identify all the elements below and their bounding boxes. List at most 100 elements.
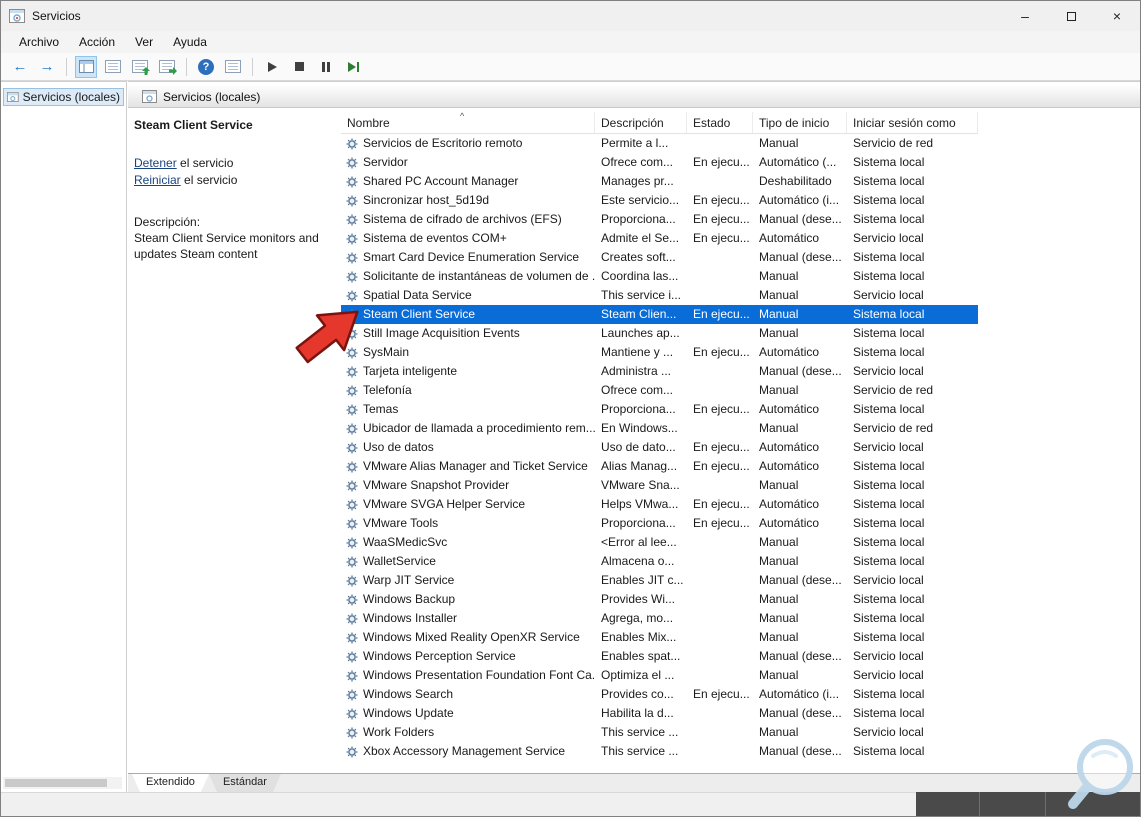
service-description-cell: Creates soft... [601,250,676,264]
export-list-button[interactable] [102,56,124,78]
table-row[interactable]: Ubicador de llamada a procedimiento rem.… [341,419,978,438]
service-status-cell [687,419,753,438]
selected-service-title: Steam Client Service [134,118,253,132]
table-row[interactable]: VMware SVGA Helper Service Helps VMwa...… [341,495,978,514]
table-row[interactable]: Servicios de Escritorio remoto Permite a… [341,134,978,153]
table-row[interactable]: Tarjeta inteligente Administra ... Manua… [341,362,978,381]
column-header-descripcion[interactable]: Descripción [595,112,687,133]
table-row[interactable]: VMware Tools Proporciona... En ejecu... … [341,514,978,533]
maximize-button[interactable] [1048,1,1094,31]
service-description-cell: Enables spat... [601,649,681,663]
help-button[interactable]: ? [195,56,217,78]
pause-service-button[interactable] [315,56,337,78]
service-name: Uso de datos [363,440,434,454]
service-startup-type-cell: Automático (i... [759,193,840,207]
column-header-tipo-de-inicio[interactable]: Tipo de inicio [753,112,847,133]
stop-service-link[interactable]: Detener [134,156,177,170]
properties-button[interactable] [222,56,244,78]
table-row[interactable]: Windows Installer Agrega, mo... Manual S… [341,609,978,628]
tree-horizontal-scrollbar[interactable] [3,777,122,789]
table-row[interactable]: SysMain Mantiene y ... En ejecu... Autom… [341,343,978,362]
table-row[interactable]: Warp JIT Service Enables JIT c... Manual… [341,571,978,590]
service-logon-as-cell: Sistema local [853,212,925,226]
table-row[interactable]: Sincronizar host_5d19d Este servicio... … [341,191,978,210]
service-name: VMware Alias Manager and Ticket Service [363,459,588,473]
table-row[interactable]: Smart Card Device Enumeration Service Cr… [341,248,978,267]
table-row[interactable]: Shared PC Account Manager Manages pr... … [341,172,978,191]
service-gear-icon [346,632,358,644]
minimize-button[interactable]: – [1002,1,1048,31]
service-description-cell: Habilita la d... [601,706,674,720]
table-row[interactable]: Windows Presentation Foundation Font Ca.… [341,666,978,685]
service-description-cell: Proporciona... [601,516,676,530]
menu-ver[interactable]: Ver [125,33,163,51]
service-name: Tarjeta inteligente [363,364,458,378]
service-logon-as-cell: Sistema local [853,174,925,188]
service-startup-type-cell: Automático [759,402,820,416]
titlebar: Servicios – × [1,1,1140,31]
service-startup-type-cell: Manual [759,326,799,340]
stop-service-link-suffix: el servicio [176,156,234,170]
stop-service-button[interactable] [288,56,310,78]
tab-extendido[interactable]: Extendido [132,774,209,792]
table-row[interactable]: Windows Mixed Reality OpenXR Service Ena… [341,628,978,647]
table-row[interactable]: Sistema de cifrado de archivos (EFS) Pro… [341,210,978,229]
service-name: Warp JIT Service [363,573,455,587]
service-description-cell: Launches ap... [601,326,680,340]
refresh-button[interactable] [129,56,151,78]
forward-button[interactable]: → [36,56,58,78]
table-row[interactable]: Telefonía Ofrece com... Manual Servicio … [341,381,978,400]
service-status-cell [687,381,753,400]
table-row[interactable]: Windows Backup Provides Wi... Manual Sis… [341,590,978,609]
table-row[interactable]: Temas Proporciona... En ejecu... Automát… [341,400,978,419]
menu-ayuda[interactable]: Ayuda [163,33,217,51]
tab-estandar[interactable]: Estándar [209,774,281,792]
service-gear-icon [346,594,358,606]
table-row[interactable]: VMware Alias Manager and Ticket Service … [341,457,978,476]
service-gear-icon [346,613,358,625]
service-logon-as-cell: Servicio local [853,364,924,378]
table-row[interactable]: Work Folders This service ... Manual Ser… [341,723,978,742]
service-logon-as-cell: Servicio local [853,668,924,682]
table-row[interactable]: Steam Client Service Steam Clien... En e… [341,305,978,324]
export-button[interactable] [156,56,178,78]
service-description-cell: Ofrece com... [601,383,674,397]
column-header-iniciar-sesion[interactable]: Iniciar sesión como [847,112,978,133]
table-row[interactable]: Spatial Data Service This service i... M… [341,286,978,305]
table-row[interactable]: Windows Search Provides co... En ejecu..… [341,685,978,704]
show-console-tree-button[interactable] [75,55,97,78]
menu-archivo[interactable]: Archivo [9,33,69,51]
menu-accion[interactable]: Acción [69,33,125,51]
service-startup-type-cell: Manual [759,611,799,625]
service-description-cell: This service ... [601,725,679,739]
table-row[interactable]: VMware Snapshot Provider VMware Sna... M… [341,476,978,495]
table-row[interactable]: WalletService Almacena o... Manual Siste… [341,552,978,571]
tree-item-label: Servicios (locales) [22,90,120,104]
content-header-label: Servicios (locales) [163,89,261,104]
close-button[interactable]: × [1094,1,1140,31]
scrollbar-thumb[interactable] [5,779,107,787]
table-row[interactable]: Windows Perception Service Enables spat.… [341,647,978,666]
restart-service-button[interactable] [342,56,364,78]
column-header-nombre[interactable]: Nombre [341,112,595,133]
service-status-cell [687,647,753,666]
service-name: Windows Installer [363,611,458,625]
table-row[interactable]: Solicitante de instantáneas de volumen d… [341,267,978,286]
table-row[interactable]: Windows Update Habilita la d... Manual (… [341,704,978,723]
table-row[interactable]: Xbox Accessory Management Service This s… [341,742,978,761]
table-row[interactable]: Sistema de eventos COM+ Admite el Se... … [341,229,978,248]
service-status-cell [687,628,753,647]
back-button[interactable]: ← [9,56,31,78]
service-startup-type-cell: Automático [759,516,820,530]
tree-item-servicios-locales[interactable]: Servicios (locales) [3,88,124,106]
start-service-button[interactable] [261,56,283,78]
services-node-icon [7,92,19,102]
service-status-cell [687,552,753,571]
table-row[interactable]: WaaSMedicSvc <Error al lee... Manual Sis… [341,533,978,552]
table-row[interactable]: Uso de datos Uso de dato... En ejecu... … [341,438,978,457]
restart-service-link[interactable]: Reiniciar [134,173,181,187]
service-status-cell: En ejecu... [693,402,750,416]
table-row[interactable]: Still Image Acquisition Events Launches … [341,324,978,343]
column-header-estado[interactable]: Estado [687,112,753,133]
table-row[interactable]: Servidor Ofrece com... En ejecu... Autom… [341,153,978,172]
